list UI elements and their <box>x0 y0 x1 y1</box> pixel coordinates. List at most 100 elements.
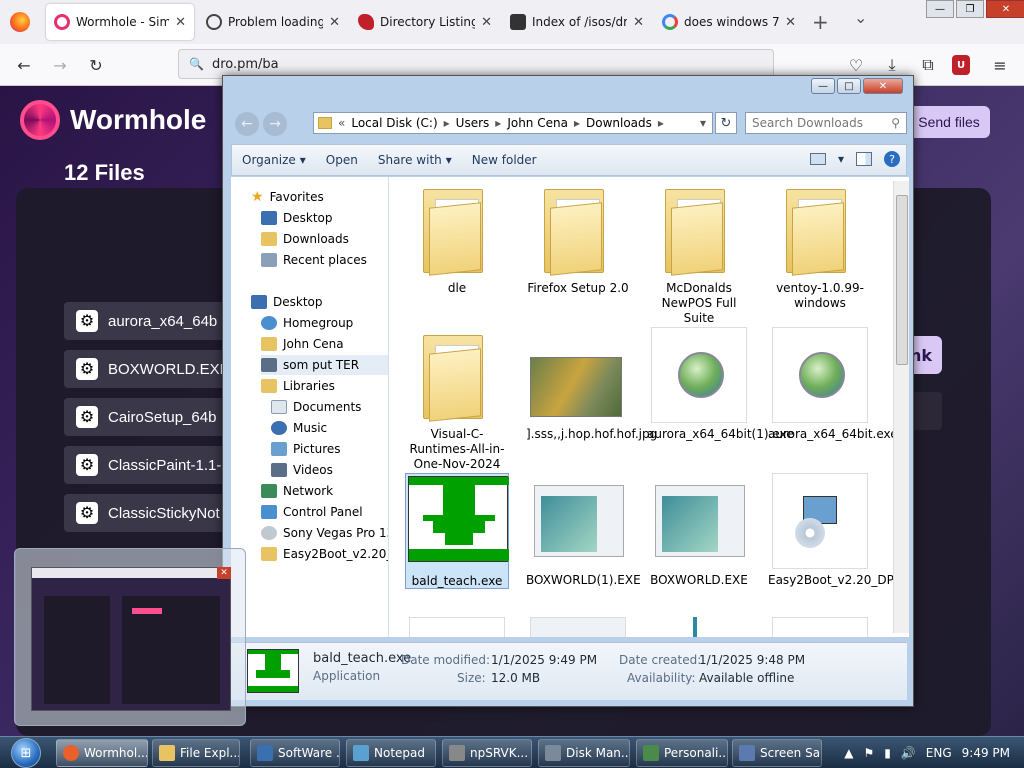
web-file-item[interactable]: ⚙ BOXWORLD.EXE <box>64 350 240 388</box>
forward-button[interactable]: → <box>48 53 72 77</box>
reload-button[interactable]: ↻ <box>84 53 108 77</box>
file-item[interactable]: BOXWORLD(1).EXE <box>526 473 641 588</box>
nav-homegroup[interactable]: Homegroup <box>261 313 353 333</box>
organize-button[interactable]: Organize ▾ <box>232 153 316 167</box>
taskbar-item-wormhole[interactable]: Wormhol... <box>56 739 148 767</box>
web-file-item[interactable]: ⚙ aurora_x64_64b <box>64 302 240 340</box>
breadcrumb-separator[interactable]: ▸ <box>574 116 580 130</box>
nav-john-cena[interactable]: John Cena <box>261 334 344 354</box>
file-item[interactable]: Firefox Setup 2.0 <box>526 181 630 296</box>
nav-favorites[interactable]: ★ Favorites <box>251 187 324 207</box>
language-indicator[interactable]: ENG <box>926 746 952 760</box>
tab-list-button[interactable]: ⌄ <box>854 8 867 27</box>
pocket-icon[interactable]: ♡ <box>844 53 868 77</box>
tab-close-icon[interactable]: ✕ <box>175 15 186 30</box>
minimize-button[interactable]: — <box>926 0 954 18</box>
nav-pictures[interactable]: Pictures <box>271 439 341 459</box>
explorer-minimize-button[interactable]: — <box>811 78 835 94</box>
url-text[interactable]: dro.pm/ba <box>212 57 279 72</box>
address-overflow[interactable]: « <box>338 116 345 130</box>
nav-sony-vegas[interactable]: Sony Vegas Pro 13 <box>261 523 388 543</box>
explorer-forward-button[interactable]: → <box>263 112 287 136</box>
scrollbar-thumb[interactable] <box>896 195 908 365</box>
change-view-icon[interactable] <box>809 153 826 165</box>
file-item[interactable]: ventoy-1.0.99-windows <box>768 181 872 311</box>
nav-downloads[interactable]: Downloads <box>261 229 349 249</box>
explorer-back-button[interactable]: ← <box>235 112 259 136</box>
nav-recent-places[interactable]: Recent places <box>261 250 367 270</box>
new-folder-button[interactable]: New folder <box>462 153 547 167</box>
address-bar[interactable]: « Local Disk (C:) ▸ Users ▸ John Cena ▸ … <box>313 112 713 134</box>
nav-desktop-root[interactable]: Desktop <box>251 292 323 312</box>
menu-icon[interactable]: ≡ <box>988 53 1012 77</box>
action-center-flag-icon[interactable]: ⚑ <box>863 746 874 760</box>
taskbar-item-software[interactable]: SoftWare ... <box>250 739 340 767</box>
nav-easy2boot[interactable]: Easy2Boot_v2.20_DP <box>261 544 388 564</box>
close-button[interactable]: ✕ <box>986 0 1024 18</box>
file-item-selected[interactable]: bald_teach.exe <box>405 473 509 589</box>
tab-close-icon[interactable]: ✕ <box>329 15 340 30</box>
tab-wormhole[interactable]: Wormhole - Simp ✕ <box>46 4 194 40</box>
breadcrumb-separator[interactable]: ▸ <box>658 116 664 130</box>
clock[interactable]: 9:49 PM <box>962 746 1010 760</box>
file-item[interactable]: Visual-C-Runtimes-All-in-One-Nov-2024 <box>405 327 509 472</box>
chevron-down-icon[interactable]: ▾ <box>838 152 844 166</box>
preview-close-button[interactable]: ✕ <box>217 567 231 579</box>
show-hidden-icons-button[interactable]: ▲ <box>844 746 853 760</box>
file-item[interactable]: aurora_x64_64bit.exe <box>768 327 898 442</box>
taskbar-item-personalization[interactable]: Personali... <box>636 739 728 767</box>
help-icon[interactable]: ? <box>884 151 900 167</box>
file-item[interactable] <box>768 617 872 637</box>
file-item[interactable] <box>647 617 751 637</box>
web-file-item[interactable]: ⚙ ClassicStickyNot <box>64 494 240 532</box>
extensions-icon[interactable]: ⧉ <box>916 53 940 77</box>
maximize-button[interactable]: ❐ <box>956 0 984 18</box>
file-item[interactable] <box>405 617 509 637</box>
vertical-scrollbar[interactable] <box>893 181 909 633</box>
nav-network[interactable]: Network <box>261 481 333 501</box>
new-tab-button[interactable]: + <box>812 10 829 34</box>
nav-desktop[interactable]: Desktop <box>261 208 333 228</box>
taskbar-item-disk-management[interactable]: Disk Man... <box>538 739 630 767</box>
file-item[interactable]: ].sss,,j.hop.hof.hof.jpg <box>526 327 657 442</box>
tab-directory-listing[interactable]: Directory Listing ✕ <box>350 4 500 40</box>
refresh-button[interactable]: ↻ <box>715 112 737 134</box>
tab-index-isos[interactable]: Index of /isos/dri ✕ <box>502 4 652 40</box>
nav-control-panel[interactable]: Control Panel <box>261 502 363 522</box>
tab-close-icon[interactable]: ✕ <box>633 15 644 30</box>
taskbar-item-file-explorer[interactable]: File Expl... <box>152 739 240 767</box>
file-item[interactable] <box>526 617 630 637</box>
firefox-logo-icon[interactable] <box>10 12 30 32</box>
explorer-close-button[interactable]: ✕ <box>863 78 903 94</box>
breadcrumb-downloads[interactable]: Downloads <box>586 116 652 130</box>
tab-close-icon[interactable]: ✕ <box>481 15 492 30</box>
file-item[interactable]: dle <box>405 181 509 296</box>
breadcrumb-john-cena[interactable]: John Cena <box>507 116 568 130</box>
open-button[interactable]: Open <box>316 153 368 167</box>
tab-close-icon[interactable]: ✕ <box>785 15 796 30</box>
web-file-item[interactable]: ⚙ ClassicPaint-1.1- <box>64 446 240 484</box>
nav-videos[interactable]: Videos <box>271 460 333 480</box>
file-item[interactable]: Easy2Boot_v2.20_DPMS.exe <box>768 473 909 588</box>
send-files-button[interactable]: Send files <box>908 106 990 138</box>
ublock-icon[interactable]: U <box>952 55 970 75</box>
address-dropdown-icon[interactable]: ▾ <box>700 116 706 130</box>
download-icon[interactable]: ⤓ <box>880 53 904 77</box>
tab-problem-loading[interactable]: Problem loading ✕ <box>198 4 348 40</box>
taskbar-item-screen-saver[interactable]: Screen Sa... <box>732 739 822 767</box>
nav-documents[interactable]: Documents <box>271 397 361 417</box>
preview-pane-icon[interactable] <box>856 152 872 166</box>
web-file-item[interactable]: ⚙ CairoSetup_64b <box>64 398 240 436</box>
nav-libraries[interactable]: Libraries <box>261 376 335 396</box>
breadcrumb-separator[interactable]: ▸ <box>444 116 450 130</box>
file-item[interactable]: McDonalds NewPOS Full Suite <box>647 181 751 326</box>
network-icon[interactable]: ▮ <box>884 746 891 760</box>
breadcrumb-local-disk[interactable]: Local Disk (C:) <box>351 116 437 130</box>
file-item[interactable]: aurora_x64_64bit(1).exe <box>647 327 794 442</box>
file-item[interactable]: BOXWORLD.EXE <box>647 473 751 588</box>
share-with-button[interactable]: Share with ▾ <box>368 153 462 167</box>
tab-google-search[interactable]: does windows 7 p ✕ <box>654 4 804 40</box>
browser-thumbnail[interactable] <box>31 567 231 711</box>
search-downloads-input[interactable]: Search Downloads ⚲ <box>745 112 907 134</box>
taskbar-item-npsrvk[interactable]: npSRVK... <box>442 739 532 767</box>
